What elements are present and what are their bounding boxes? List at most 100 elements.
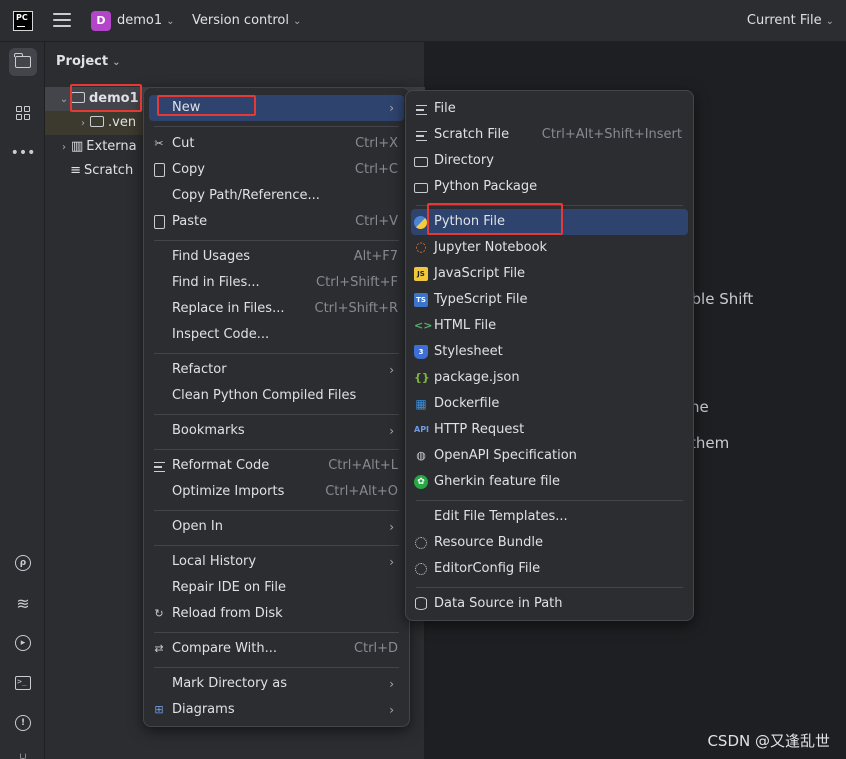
menu-item-reload-from-disk[interactable]: ↻ Reload from Disk [149,601,404,627]
git-button[interactable]: ⑂ [9,745,37,759]
menu-item-diagrams[interactable]: ⊞ Diagrams › [149,697,404,723]
submenu-item-html-file[interactable]: <> HTML File [411,313,688,339]
scissors-icon: ✂ [154,137,164,150]
menu-item-optimize-imports[interactable]: Optimize Imports Ctrl+Alt+O [149,479,404,505]
menu-separator [154,240,399,241]
structure-tool-button[interactable] [9,99,37,127]
resource-bundle-icon [415,537,427,549]
menu-item-find-usages[interactable]: Find Usages Alt+F7 [149,244,404,270]
menu-separator [154,353,399,354]
menu-item-label: Scratch File [434,127,510,142]
submenu-item-directory[interactable]: Directory [411,148,688,174]
panel-title-text: Project [56,54,109,69]
chevron-down-icon[interactable]: ⌄ [57,88,71,112]
python-icon [414,216,427,229]
pycharm-logo-icon[interactable]: PC [13,11,33,31]
tool-window-strip: ••• ρ ≋ ▸ >_ ! ⑂ [0,42,45,759]
menu-separator [154,414,399,415]
main-menu-icon[interactable] [53,13,71,29]
menu-item-local-history[interactable]: Local History › [149,549,404,575]
menu-separator [416,587,683,588]
menu-item-copy[interactable]: Copy Ctrl+C [149,157,404,183]
menu-item-shortcut: Ctrl+Alt+Shift+Insert [541,127,682,142]
menu-item-paste[interactable]: Paste Ctrl+V [149,209,404,235]
menu-item-label: Python Package [434,179,538,194]
menu-item-reformat-code[interactable]: Reformat Code Ctrl+Alt+L [149,453,404,479]
menu-item-label: Diagrams [172,702,235,717]
chevron-right-icon: › [389,101,394,115]
submenu-item-data-source-in-path[interactable]: Data Source in Path [411,591,688,617]
submenu-item-typescript-file[interactable]: TS TypeScript File [411,287,688,313]
submenu-item-jupyter-notebook[interactable]: ◌ Jupyter Notebook [411,235,688,261]
menu-item-refactor[interactable]: Refactor › [149,357,404,383]
chevron-down-icon: ⌄ [825,16,834,27]
submenu-item-openapi-spec[interactable]: ◍ OpenAPI Specification [411,443,688,469]
submenu-item-file[interactable]: File [411,96,688,122]
package-folder-icon [414,183,428,193]
menu-item-replace-in-files[interactable]: Replace in Files... Ctrl+Shift+R [149,296,404,322]
menu-item-label: Find in Files... [172,275,260,290]
menu-item-cut[interactable]: ✂ Cut Ctrl+X [149,131,404,157]
menu-item-copy-path[interactable]: Copy Path/Reference... [149,183,404,209]
html-icon: <> [414,319,433,332]
submenu-item-dockerfile[interactable]: ▦ Dockerfile [411,391,688,417]
menu-item-label: Clean Python Compiled Files [172,388,357,403]
tree-item-label: .ven [108,115,137,130]
menu-item-label: Cut [172,136,195,151]
menu-separator [154,545,399,546]
folder-icon [90,116,104,127]
submenu-item-resource-bundle[interactable]: Resource Bundle [411,530,688,556]
watermark: CSDN @又逢乱世 [707,732,830,750]
chevron-right-icon[interactable]: › [76,112,90,136]
menu-item-label: OpenAPI Specification [434,448,577,463]
submenu-item-scratch-file[interactable]: Scratch File Ctrl+Alt+Shift+Insert [411,122,688,148]
library-icon: ▥ [71,139,84,154]
submenu-item-http-request[interactable]: API HTTP Request [411,417,688,443]
menu-separator [154,667,399,668]
menu-item-find-in-files[interactable]: Find in Files... Ctrl+Shift+F [149,270,404,296]
project-badge[interactable]: D [91,11,111,31]
chevron-right-icon: › [389,363,394,377]
project-tool-button[interactable] [9,48,37,76]
submenu-item-package-json[interactable]: {} package.json [411,365,688,391]
more-tools-button[interactable]: ••• [9,139,37,167]
chevron-right-icon: › [389,520,394,534]
chevron-right-icon: › [389,555,394,569]
python-packages-button[interactable]: ≋ [9,589,37,617]
submenu-item-javascript-file[interactable]: JS JavaScript File [411,261,688,287]
menu-item-inspect-code[interactable]: Inspect Code... [149,322,404,348]
javascript-icon: JS [414,267,428,281]
project-switcher[interactable]: demo1 ⌄ [117,13,175,28]
menu-item-label: EditorConfig File [434,561,541,576]
menu-separator [154,510,399,511]
chevron-right-icon[interactable]: › [57,136,71,160]
menu-item-mark-directory-as[interactable]: Mark Directory as › [149,671,404,697]
menu-item-clean-pyc[interactable]: Clean Python Compiled Files [149,383,404,409]
terminal-icon: >_ [15,676,31,690]
menu-item-label: Dockerfile [434,396,500,411]
clipboard-icon [154,215,165,229]
submenu-item-python-package[interactable]: Python Package [411,174,688,200]
menu-item-label: Mark Directory as [172,676,287,691]
run-config-selector[interactable]: Current File ⌄ [747,13,834,28]
submenu-item-edit-file-templates[interactable]: Edit File Templates... [411,504,688,530]
services-button[interactable]: ▸ [9,629,37,657]
menu-item-compare-with[interactable]: ⇄ Compare With... Ctrl+D [149,636,404,662]
submenu-item-gherkin-feature[interactable]: ✿ Gherkin feature file [411,469,688,495]
problems-button[interactable]: ! [9,709,37,737]
menu-item-repair-ide[interactable]: Repair IDE on File [149,575,404,601]
menu-item-open-in[interactable]: Open In › [149,514,404,540]
python-console-button[interactable]: ρ [9,549,37,577]
terminal-button[interactable]: >_ [9,669,37,697]
scratch-file-icon [414,128,428,142]
menu-item-label: Jupyter Notebook [434,240,548,255]
version-control-menu[interactable]: Version control ⌄ [192,13,301,28]
submenu-item-editorconfig[interactable]: EditorConfig File [411,556,688,582]
menu-item-bookmarks[interactable]: Bookmarks › [149,418,404,444]
project-panel-title[interactable]: Project ⌄ [56,54,120,69]
submenu-item-stylesheet[interactable]: 3 Stylesheet [411,339,688,365]
menu-item-label: HTTP Request [434,422,525,437]
api-icon: API [414,425,430,434]
typescript-icon: TS [414,293,428,307]
menu-item-label: package.json [434,370,520,385]
